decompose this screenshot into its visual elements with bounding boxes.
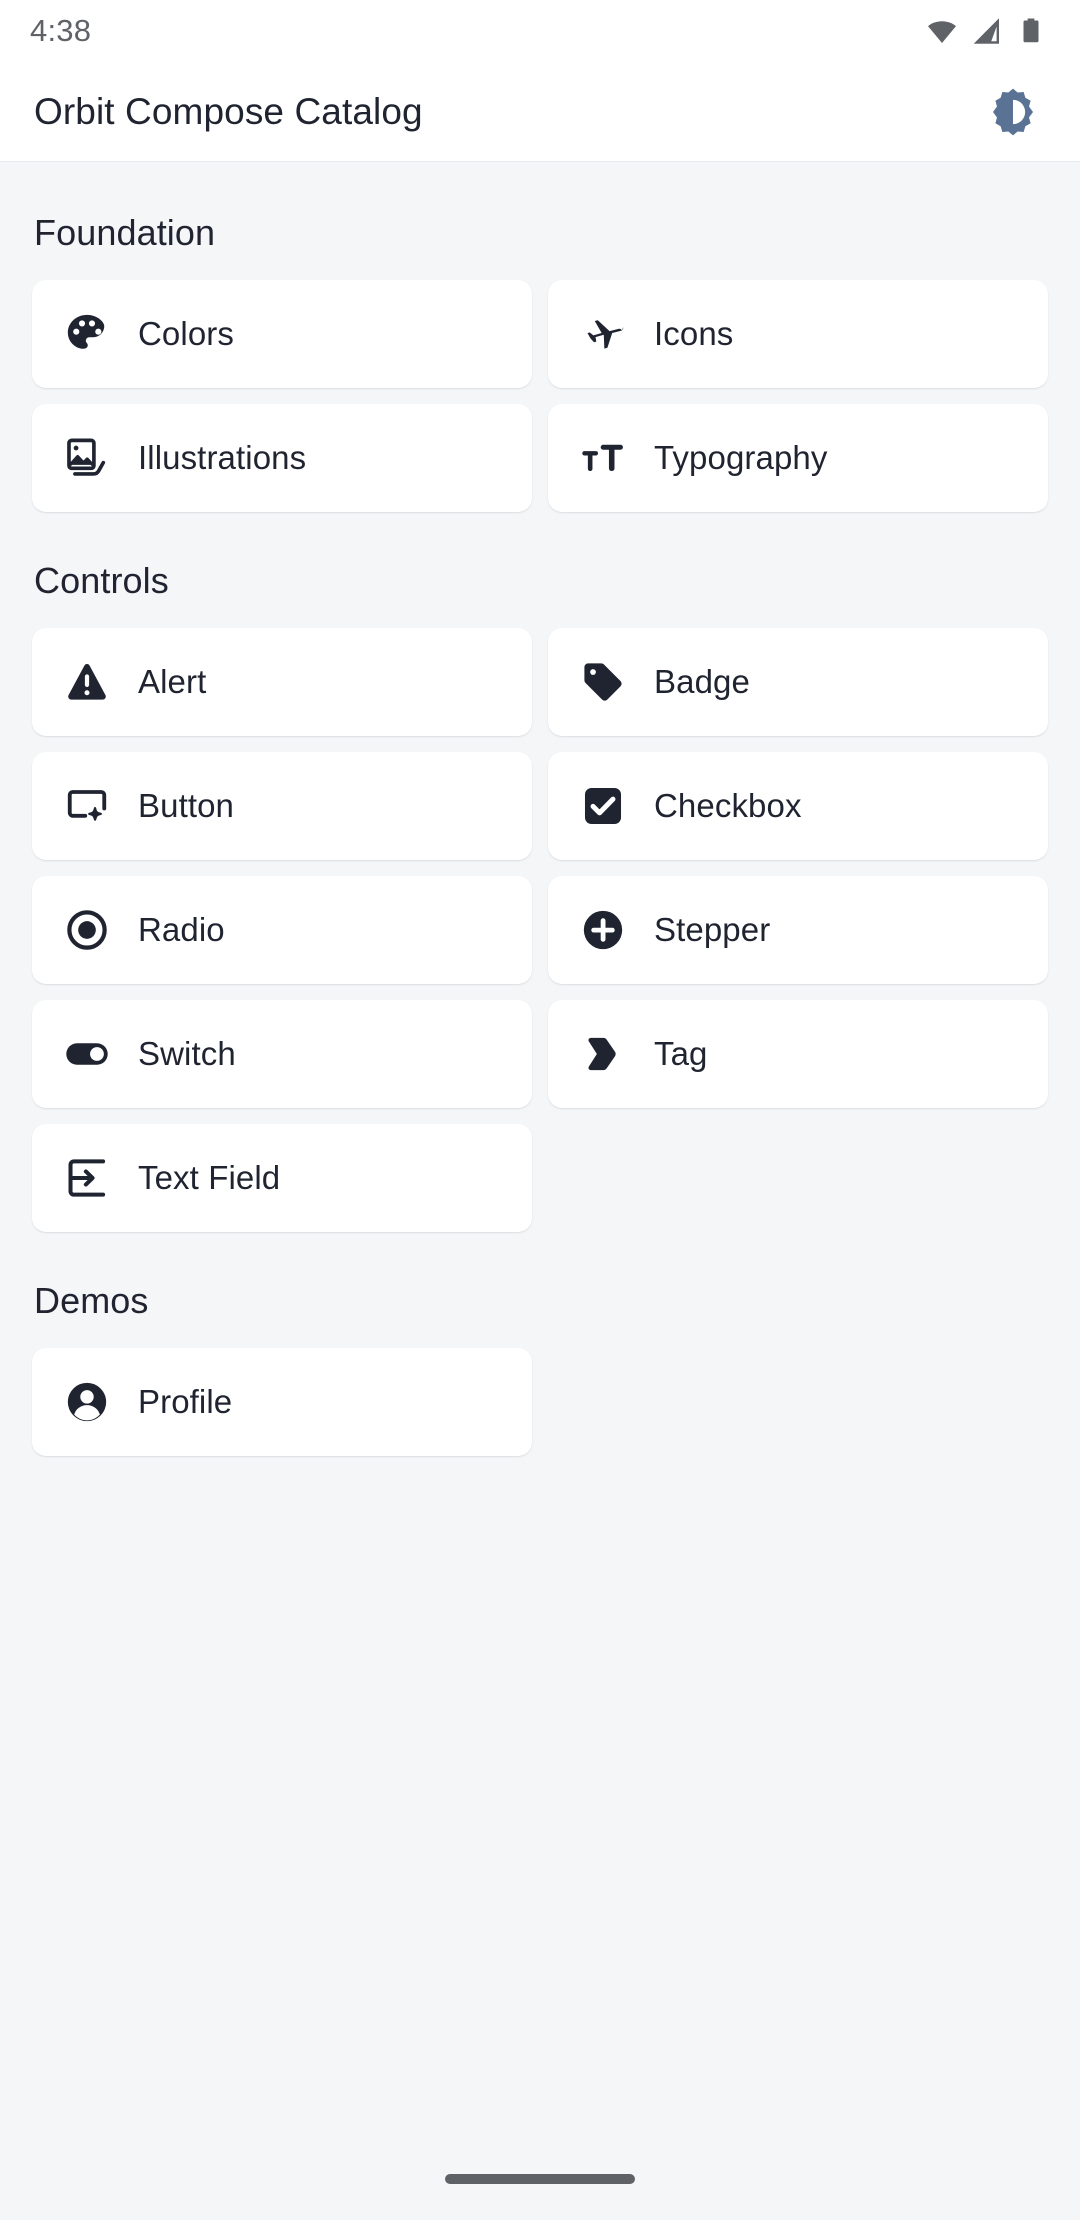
photo-stack-icon <box>62 433 112 483</box>
catalog-item-label: Illustrations <box>138 439 307 476</box>
catalog-item-colors[interactable]: Colors <box>32 280 532 388</box>
catalog-item-badge[interactable]: Badge <box>548 628 1048 736</box>
catalog-item-illustrations[interactable]: Illustrations <box>32 404 532 512</box>
brightness-theme-toggle-icon <box>986 85 1040 139</box>
tag-filled-icon <box>578 657 628 707</box>
section-title: Foundation <box>34 212 216 253</box>
controls-grid: Alert Badge Button Checkbox Radio Steppe… <box>32 628 1048 1232</box>
catalog-item-button[interactable]: Button <box>32 752 532 860</box>
wifi-icon <box>926 15 958 47</box>
warning-triangle-icon <box>62 657 112 707</box>
app-screen: 4:38 Orbit Compose Catalog Foundation Co… <box>0 0 1080 2220</box>
catalog-item-alert[interactable]: Alert <box>32 628 532 736</box>
catalog-item-label: Text Field <box>138 1159 281 1196</box>
catalog-item-label: Tag <box>654 1035 708 1072</box>
switch-on-icon <box>62 1029 112 1079</box>
foundation-grid: Colors Icons Illustrations Typography <box>32 280 1048 512</box>
catalog-item-label: Radio <box>138 911 225 948</box>
catalog-item-checkbox[interactable]: Checkbox <box>548 752 1048 860</box>
plus-circle-icon <box>578 905 628 955</box>
catalog-scroll-area[interactable]: Foundation Colors Icons Illustrations Ty… <box>0 162 1080 2138</box>
catalog-item-switch[interactable]: Switch <box>32 1000 532 1108</box>
section-title: Demos <box>34 1280 149 1321</box>
app-bar: Orbit Compose Catalog <box>0 62 1080 162</box>
catalog-item-profile[interactable]: Profile <box>32 1348 532 1456</box>
catalog-item-icons[interactable]: Icons <box>548 280 1048 388</box>
person-avatar-icon <box>62 1377 112 1427</box>
catalog-item-label: Profile <box>138 1383 233 1420</box>
section-demos: Demos Profile <box>0 1232 1080 1456</box>
section-title: Controls <box>34 560 169 601</box>
cell-signal-icon <box>971 15 1003 47</box>
catalog-item-text-field[interactable]: Text Field <box>32 1124 532 1232</box>
catalog-item-label: Checkbox <box>654 787 802 824</box>
catalog-item-radio[interactable]: Radio <box>32 876 532 984</box>
catalog-item-label: Button <box>138 787 235 824</box>
section-controls: Controls Alert Badge Button Checkbox Rad… <box>0 512 1080 1232</box>
system-navigation-bar <box>0 2138 1080 2220</box>
button-sparkle-icon <box>62 781 112 831</box>
demos-grid: Profile <box>32 1348 1048 1456</box>
catalog-item-tag[interactable]: Tag <box>548 1000 1048 1108</box>
chevron-tag-icon <box>578 1029 628 1079</box>
checkbox-checked-icon <box>578 781 628 831</box>
text-size-icon <box>578 433 628 483</box>
catalog-item-stepper[interactable]: Stepper <box>548 876 1048 984</box>
catalog-item-label: Alert <box>138 663 207 700</box>
theme-toggle-button[interactable] <box>982 81 1044 143</box>
catalog-item-label: Colors <box>138 315 234 352</box>
home-indicator-pill[interactable] <box>445 2174 635 2184</box>
section-foundation: Foundation Colors Icons Illustrations Ty… <box>0 162 1080 512</box>
catalog-item-label: Badge <box>654 663 750 700</box>
catalog-item-label: Switch <box>138 1035 236 1072</box>
page-title: Orbit Compose Catalog <box>34 90 423 132</box>
airplane-icon <box>578 309 628 359</box>
status-bar-icons <box>926 15 1046 47</box>
battery-icon <box>1016 16 1046 46</box>
catalog-item-label: Icons <box>654 315 734 352</box>
catalog-item-label: Stepper <box>654 911 771 948</box>
radio-selected-icon <box>62 905 112 955</box>
palette-icon <box>62 309 112 359</box>
input-arrow-icon <box>62 1153 112 1203</box>
catalog-item-typography[interactable]: Typography <box>548 404 1048 512</box>
status-bar: 4:38 <box>0 0 1080 62</box>
catalog-item-label: Typography <box>654 439 828 476</box>
status-bar-clock: 4:38 <box>30 13 92 48</box>
